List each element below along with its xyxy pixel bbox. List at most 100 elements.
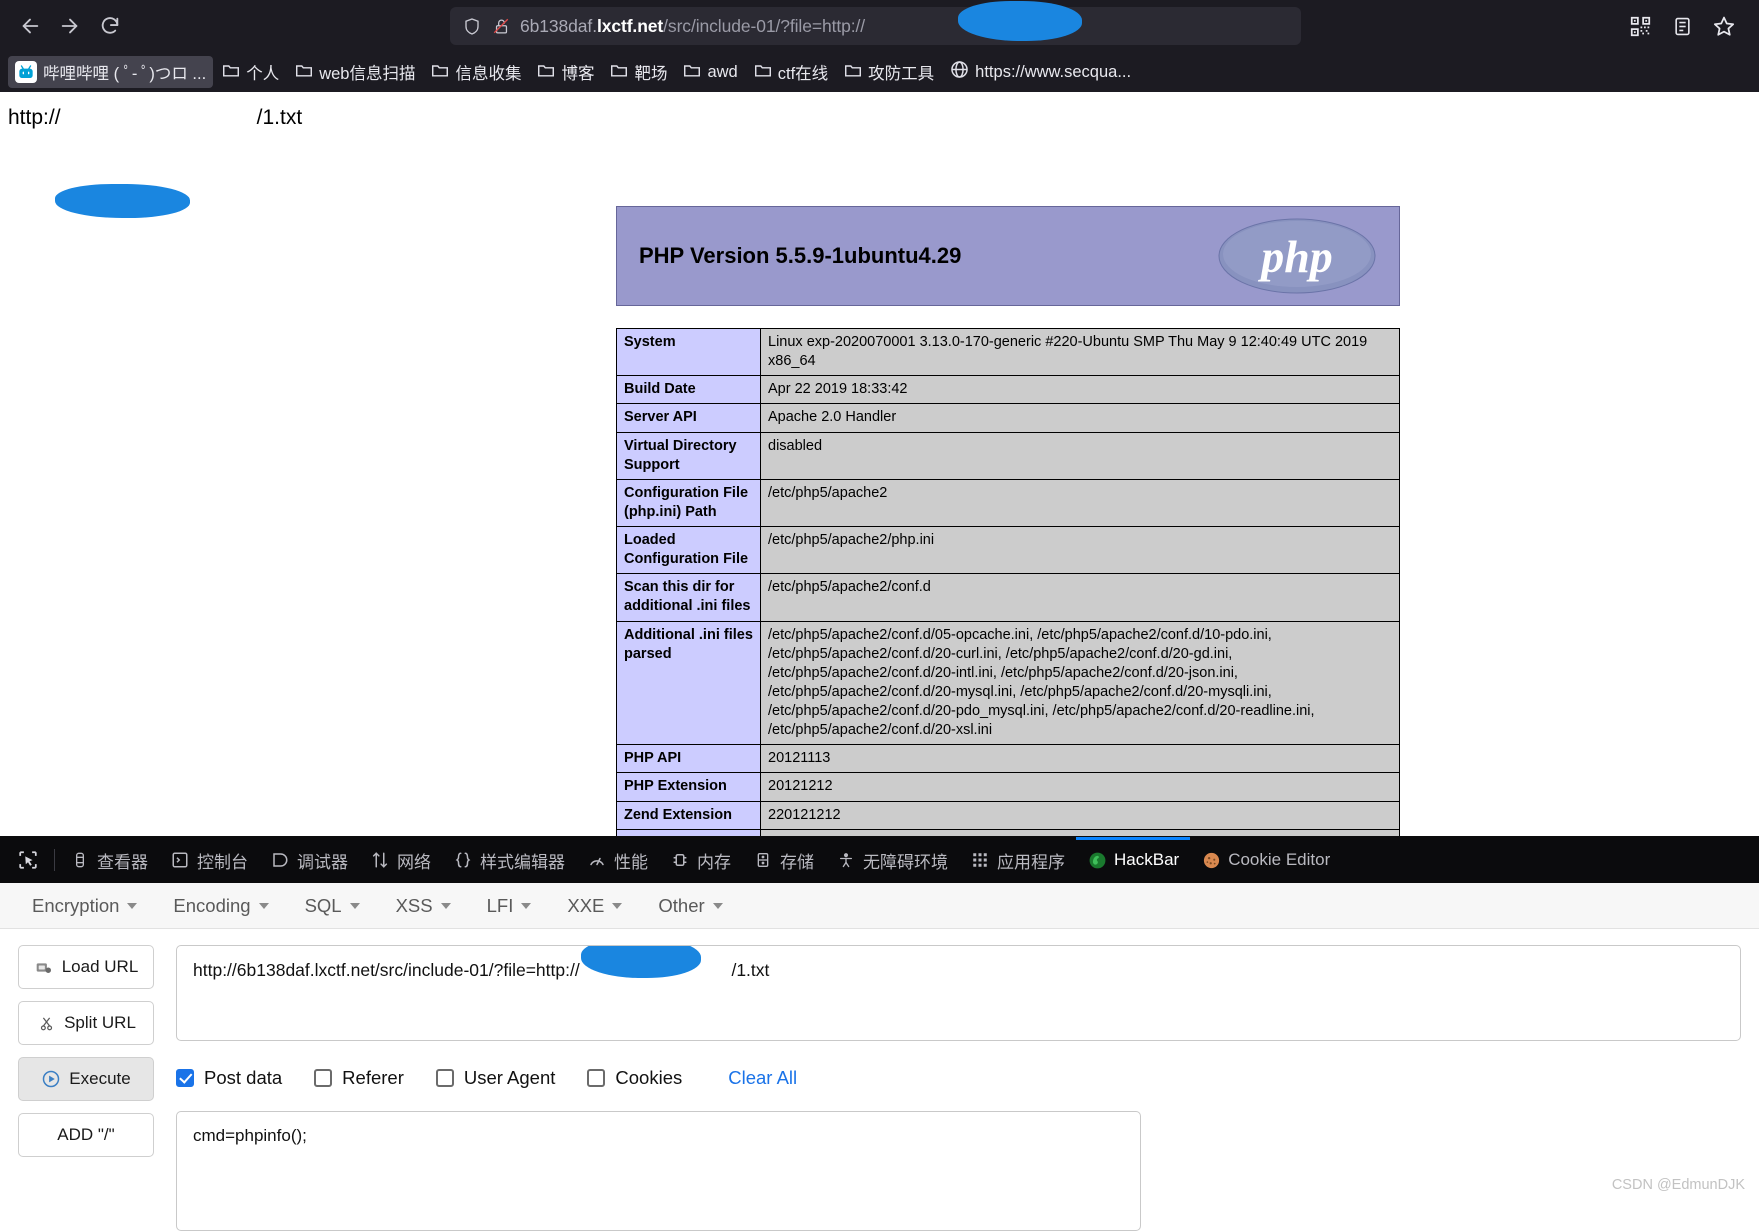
watermark-text: CSDN @EdmunDJK <box>1612 1177 1745 1193</box>
load-url-button[interactable]: Load URL <box>18 945 154 989</box>
bookmark-label: 哔哩哔哩 ( ﾟ- ﾟ)つロ ... <box>43 60 206 84</box>
devtools-panel: 查看器 控制台 调试器 网络 样式编辑器 性能 内存 存储 <box>0 836 1759 1200</box>
checkbox-box[interactable] <box>314 1069 332 1087</box>
tab-storage[interactable]: 存储 <box>742 837 825 883</box>
bookmark-item-blog[interactable]: 博客 <box>530 56 601 88</box>
bookmark-item-range[interactable]: 靶场 <box>603 56 674 88</box>
tab-style-editor[interactable]: 样式编辑器 <box>442 837 576 883</box>
menu-encryption[interactable]: Encryption <box>14 883 155 929</box>
bookmark-item-awd[interactable]: awd <box>676 58 744 87</box>
tab-label: 应用程序 <box>997 848 1065 873</box>
hackbar-menubar: Encryption Encoding SQL XSS LFI XXE <box>0 883 1759 929</box>
hackbar-post-data-input[interactable]: cmd=phpinfo(); <box>176 1111 1141 1231</box>
qr-code-icon[interactable] <box>1621 7 1659 45</box>
chevron-down-icon <box>713 903 723 909</box>
bookmark-label: https://www.secqua... <box>975 63 1131 82</box>
folder-icon <box>431 62 449 83</box>
table-row: PHP API 20121113 <box>617 745 1400 773</box>
bookmark-label: 攻防工具 <box>868 60 934 84</box>
url-prefix: 6b138daf. <box>520 16 597 36</box>
checkbox-post-data[interactable]: Post data <box>176 1067 282 1089</box>
checkbox-box[interactable] <box>436 1069 454 1087</box>
table-cell-key: PHP API <box>617 745 761 773</box>
tab-inspector[interactable]: 查看器 <box>59 837 159 883</box>
checkbox-cookies[interactable]: Cookies <box>587 1067 682 1089</box>
console-icon <box>170 850 190 870</box>
menu-sql[interactable]: SQL <box>287 883 378 929</box>
tab-accessibility[interactable]: 无障碍环境 <box>825 837 959 883</box>
bookmark-star-icon[interactable] <box>1705 7 1743 45</box>
bookmark-label: 信息收集 <box>455 60 521 84</box>
back-button[interactable] <box>10 6 50 46</box>
hackbar-main-column: http://6b138daf.lxctf.net/src/include-01… <box>176 945 1741 1231</box>
tab-cookie-editor[interactable]: Cookie Editor <box>1190 837 1341 883</box>
table-cell-value: 20121212 <box>761 773 1400 801</box>
table-cell-key: System <box>617 329 761 376</box>
menu-label: Other <box>658 895 704 917</box>
table-cell-value: /etc/php5/apache2/php.ini <box>761 527 1400 574</box>
tab-debugger[interactable]: 调试器 <box>259 837 359 883</box>
folder-icon <box>295 62 313 83</box>
bookmark-item-attack-tools[interactable]: 攻防工具 <box>837 56 941 88</box>
bookmark-item-info-gather[interactable]: 信息收集 <box>424 56 528 88</box>
broken-lock-icon[interactable] <box>491 16 511 36</box>
play-icon <box>41 1069 61 1089</box>
button-label: Execute <box>69 1069 130 1089</box>
inspector-icon <box>70 850 90 870</box>
element-picker-icon[interactable] <box>6 837 50 883</box>
clear-all-link[interactable]: Clear All <box>728 1067 797 1089</box>
php-logo-icon: php <box>1217 214 1377 299</box>
menu-lfi[interactable]: LFI <box>469 883 550 929</box>
tab-hackbar[interactable]: HackBar <box>1076 837 1190 883</box>
table-row: PHP Extension 20121212 <box>617 773 1400 801</box>
bookmark-item-web-scan[interactable]: web信息扫描 <box>288 56 422 88</box>
table-row: Additional .ini files parsed /etc/php5/a… <box>617 621 1400 745</box>
reload-button[interactable] <box>90 6 130 46</box>
debugger-icon <box>270 850 290 870</box>
shield-icon[interactable] <box>462 16 482 36</box>
split-url-button[interactable]: Split URL <box>18 1001 154 1045</box>
checkbox-box[interactable] <box>587 1069 605 1087</box>
menu-label: Encryption <box>32 895 119 917</box>
bookmark-item-ctf-online[interactable]: ctf在线 <box>747 56 835 88</box>
tab-memory[interactable]: 内存 <box>659 837 742 883</box>
memory-icon <box>670 850 690 870</box>
table-cell-key: Server API <box>617 404 761 432</box>
checkbox-label: Cookies <box>615 1067 682 1089</box>
menu-xss[interactable]: XSS <box>378 883 469 929</box>
checkbox-referer[interactable]: Referer <box>314 1067 404 1089</box>
tab-performance[interactable]: 性能 <box>576 837 659 883</box>
table-cell-value: Apr 22 2019 18:33:42 <box>761 376 1400 404</box>
tab-network[interactable]: 网络 <box>359 837 442 883</box>
menu-other[interactable]: Other <box>640 883 740 929</box>
tab-application[interactable]: 应用程序 <box>959 837 1076 883</box>
page-content: http://XXXXXXXXXXXXXX/1.txt PHP Version … <box>0 92 1759 842</box>
table-cell-key: Build Date <box>617 376 761 404</box>
menu-encoding[interactable]: Encoding <box>155 883 286 929</box>
bilibili-icon <box>15 61 37 83</box>
checkbox-box[interactable] <box>176 1069 194 1087</box>
redaction-mark-echo <box>55 184 190 218</box>
table-cell-key: Virtual Directory Support <box>617 432 761 479</box>
checkbox-user-agent[interactable]: User Agent <box>436 1067 556 1089</box>
menu-label: SQL <box>305 895 342 917</box>
execute-button[interactable]: Execute <box>18 1057 154 1101</box>
bookmark-label: awd <box>707 63 737 82</box>
bookmark-item-secqua[interactable]: https://www.secqua... <box>943 56 1138 88</box>
url-bar[interactable]: 6b138daf.lxctf.net/src/include-01/?file=… <box>450 7 1301 45</box>
table-row: Virtual Directory Support disabled <box>617 432 1400 479</box>
hackbar-url-input[interactable]: http://6b138daf.lxctf.net/src/include-01… <box>176 945 1741 1041</box>
bookmark-item-personal[interactable]: 个人 <box>215 56 286 88</box>
add-slash-button[interactable]: ADD "/" <box>18 1113 154 1157</box>
reader-mode-icon[interactable] <box>1663 7 1701 45</box>
tab-console[interactable]: 控制台 <box>159 837 259 883</box>
forward-button[interactable] <box>50 6 90 46</box>
tab-label: 调试器 <box>297 848 348 873</box>
tab-label: 无障碍环境 <box>863 848 948 873</box>
hackbar-button-column: Load URL Split URL Execute ADD "/" <box>18 945 154 1231</box>
url-path: /src/include-01/?file=http:// <box>663 16 865 36</box>
cookie-icon <box>1201 850 1221 870</box>
table-cell-key: Scan this dir for additional .ini files <box>617 574 761 621</box>
menu-xxe[interactable]: XXE <box>549 883 640 929</box>
bookmark-item-bilibili[interactable]: 哔哩哔哩 ( ﾟ- ﾟ)つロ ... <box>8 56 213 88</box>
